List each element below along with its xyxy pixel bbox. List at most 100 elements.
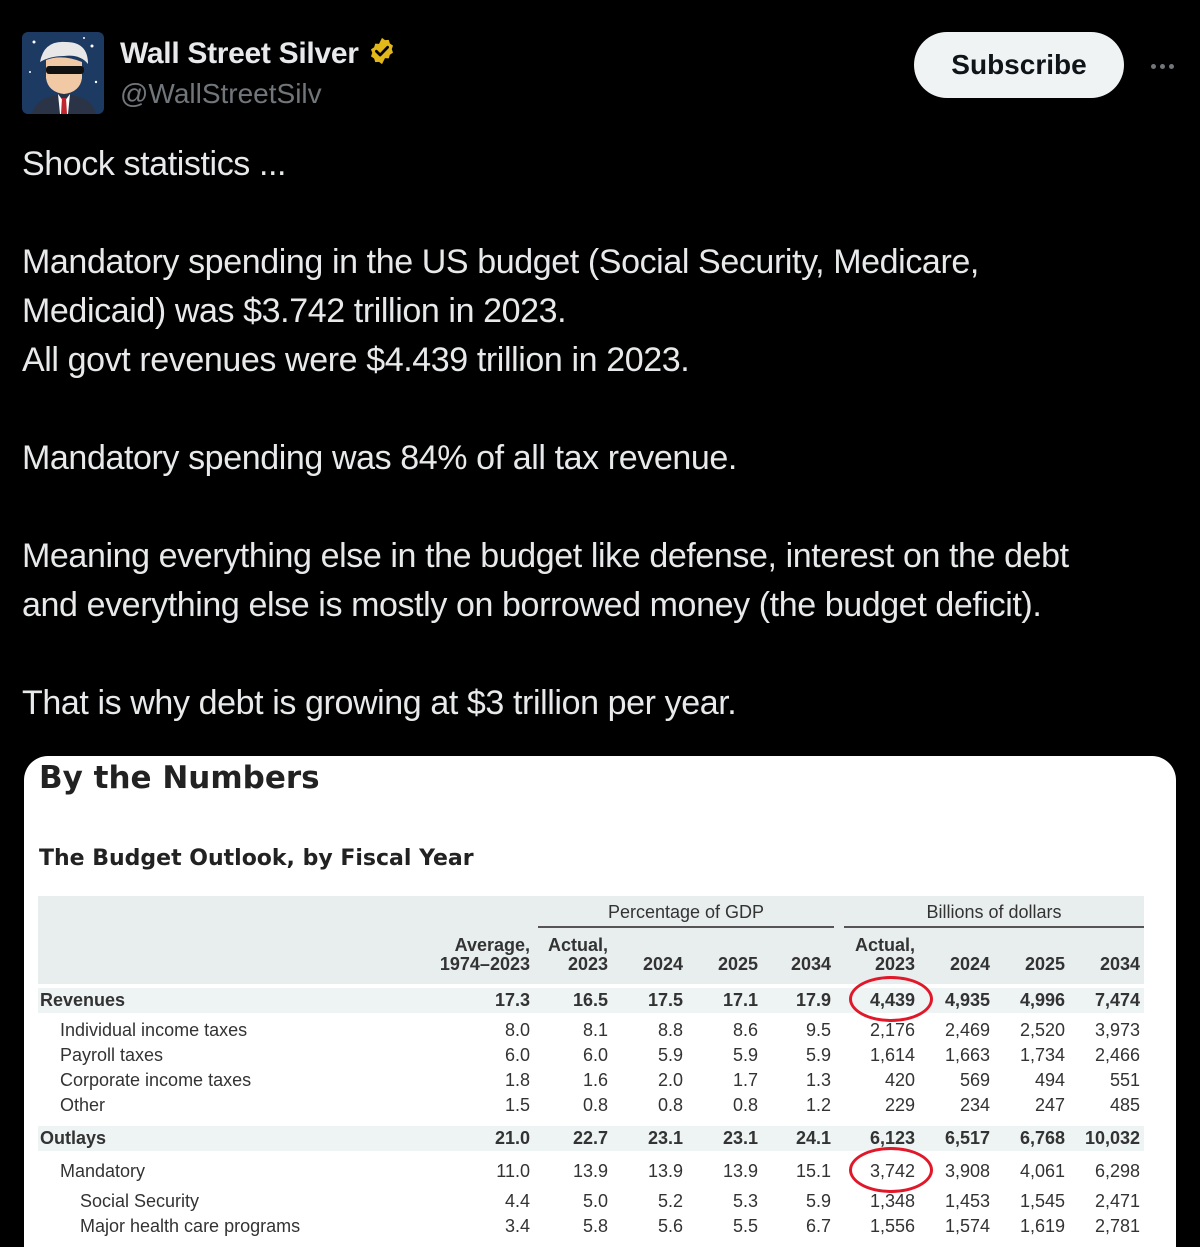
table-cell: 6,517 (944, 1128, 990, 1148)
column-header: 2025 (698, 936, 758, 974)
tweet-line: All govt revenues were $4.439 trillion i… (22, 341, 690, 379)
table-cell: 6.0 (582, 1045, 608, 1065)
column-header: 2024 (623, 936, 683, 974)
table-row: Individual income taxes 8.0 8.1 8.8 8.6 9.5 2,… (38, 1018, 1144, 1043)
group-rule-pct (538, 926, 834, 928)
table-cell: 551 (1109, 1070, 1140, 1090)
tweet-text: Shock statistics ... Mandatory spending i… (22, 140, 1182, 728)
column-header: 2034 (1070, 936, 1140, 974)
image-heading: By the Numbers (39, 760, 320, 796)
column-header-line2: 2034 (1099, 954, 1140, 974)
table-cell: 5.6 (657, 1216, 683, 1236)
table-cell: 22.7 (572, 1128, 608, 1148)
row-label: Social Security (80, 1191, 200, 1211)
tweet-line: and everything else is mostly on borrowe… (22, 586, 1042, 624)
column-header: 2024 (930, 936, 990, 974)
more-horizontal-icon[interactable] (1142, 46, 1182, 86)
table-cell: 1.6 (582, 1070, 608, 1090)
table-cell: 8.1 (582, 1020, 608, 1040)
tweet-header: Wall Street Silver @WallStreetSilv Subsc… (22, 32, 1182, 116)
table-cell: 1,556 (869, 1216, 915, 1236)
tweet-line: Mandatory spending in the US budget (Soc… (22, 243, 979, 281)
table-cell: 21.0 (494, 1128, 530, 1148)
column-header: Average, 1974–2023 (430, 936, 530, 974)
table-cell: 5.3 (732, 1191, 758, 1211)
table-cell: 23.1 (647, 1128, 683, 1148)
column-header-line2: 2024 (642, 954, 683, 974)
table-row: Social Security 4.4 5.0 5.2 5.3 5.9 1,348 1,453… (38, 1189, 1144, 1214)
column-header-line1: Average, (454, 935, 530, 955)
table-cell: 1,453 (944, 1191, 990, 1211)
subscribe-button[interactable]: Subscribe (914, 32, 1124, 98)
tweet-line: Meaning everything else in the budget li… (22, 537, 1069, 575)
tweet-media-image[interactable]: By the Numbers The Budget Outlook, by Fi… (24, 756, 1176, 1247)
table-cell: 1.7 (732, 1070, 758, 1090)
table-cell: 485 (1109, 1095, 1140, 1115)
table-cell: 6.7 (805, 1216, 831, 1236)
table-cell: 4.4 (504, 1191, 530, 1211)
column-header-line1 (771, 936, 831, 955)
table-cell: 5.9 (805, 1045, 831, 1065)
avatar[interactable] (22, 32, 104, 114)
tweet-blank-line (22, 189, 1182, 238)
tweet-blank-line (22, 630, 1182, 679)
table-cell: 17.3 (494, 990, 530, 1010)
table-cell: 13.9 (647, 1161, 683, 1181)
table-cell: 24.1 (795, 1128, 831, 1148)
tweet-line: Shock statistics ... (22, 145, 287, 183)
table-cell: 5.9 (657, 1045, 683, 1065)
column-header-line1 (1005, 936, 1065, 955)
table-cell: 3,973 (1094, 1020, 1140, 1040)
author-handle[interactable]: @WallStreetSilv (120, 78, 322, 110)
table-cell: 0.8 (582, 1095, 608, 1115)
tweet-line: Medicaid) was $3.742 trillion in 2023. (22, 292, 567, 330)
row-label: Other (60, 1095, 106, 1115)
table-cell: 3,908 (944, 1161, 990, 1181)
table-cell: 6,123 (869, 1128, 915, 1148)
table-row: Outlays 21.0 22.7 23.1 23.1 24.1 6,123 6,517 6,7… (38, 1126, 1144, 1151)
table-cell: 247 (1034, 1095, 1065, 1115)
table-row: Corporate income taxes 1.8 1.6 2.0 1.7 1.3 420… (38, 1068, 1144, 1093)
column-header-line2: 2024 (949, 954, 990, 974)
table-cell: 4,935 (944, 990, 990, 1010)
table-cell: 5.9 (732, 1045, 758, 1065)
table-cell: 6.0 (504, 1045, 530, 1065)
column-header-line1 (698, 936, 758, 955)
table-cell: 1,619 (1019, 1216, 1065, 1236)
table-cell: 5.0 (582, 1191, 608, 1211)
tweet-blank-line (22, 385, 1182, 434)
row-label: Outlays (40, 1128, 107, 1148)
image-table-title: The Budget Outlook, by Fiscal Year (39, 846, 474, 871)
column-header: Actual, 2023 (538, 936, 608, 974)
column-header-line2: 1974–2023 (439, 954, 530, 974)
author-display-name[interactable]: Wall Street Silver (120, 37, 359, 71)
table-row: Major health care programs 3.4 5.8 5.6 5.5 6.… (38, 1214, 1144, 1239)
column-header: 2025 (1005, 936, 1065, 974)
table-cell: 569 (959, 1070, 990, 1090)
row-label: Mandatory (60, 1161, 146, 1181)
table-cell: 4,996 (1019, 990, 1065, 1010)
column-header-line1 (1070, 936, 1140, 955)
table-cell: 6,768 (1019, 1128, 1065, 1148)
table-cell: 17.1 (722, 990, 758, 1010)
table-cell: 23.1 (722, 1128, 758, 1148)
table-cell: 0.8 (732, 1095, 758, 1115)
table-cell: 1.2 (805, 1095, 831, 1115)
tweet-line: Mandatory spending was 84% of all tax re… (22, 439, 737, 477)
column-header-line2: 2034 (790, 954, 831, 974)
table-cell: 6,298 (1094, 1161, 1140, 1181)
table-cell: 2,469 (944, 1020, 990, 1040)
table-cell: 1,663 (944, 1045, 990, 1065)
table-cell: 1.5 (504, 1095, 530, 1115)
column-header-line2: 2025 (1024, 954, 1065, 974)
tweet-blank-line (22, 483, 1182, 532)
table-cell: 494 (1034, 1070, 1065, 1090)
table-cell: 8.0 (504, 1020, 530, 1040)
table-cell: 10,032 (1084, 1128, 1140, 1148)
table-cell: 2.0 (657, 1070, 683, 1090)
table-cell: 2,471 (1094, 1191, 1140, 1211)
table-cell: 2,781 (1094, 1216, 1140, 1236)
column-header: Actual, 2023 (845, 936, 915, 974)
table-cell: 1,348 (869, 1191, 915, 1211)
table-cell: 5.9 (805, 1191, 831, 1211)
